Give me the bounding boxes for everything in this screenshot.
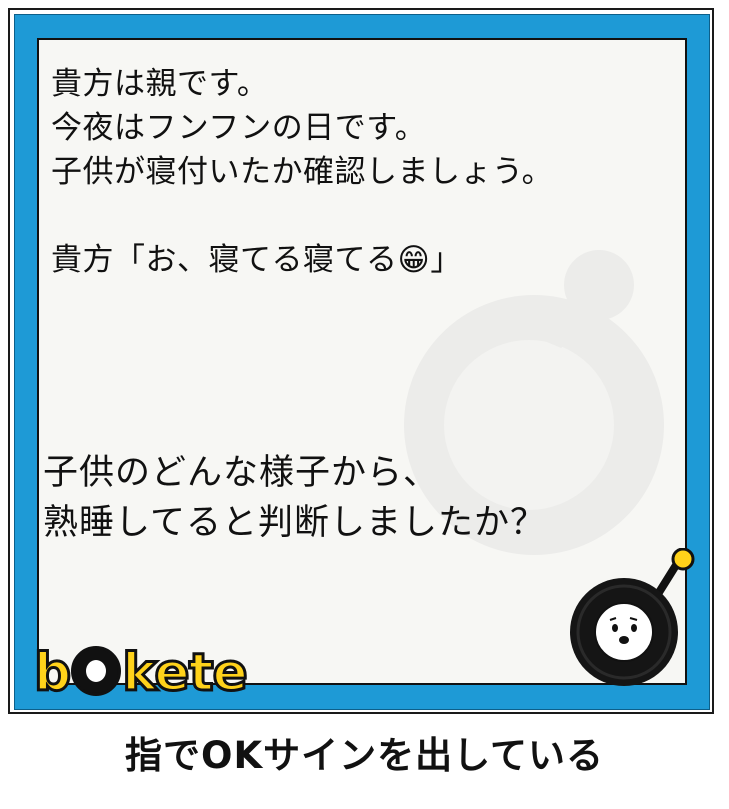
boke-bomb-mascot-icon — [570, 548, 695, 686]
odai-text: 貴方は親です。 今夜はフンフンの日です。 子供が寝付いたか確認しましょう。 貴方… — [51, 66, 554, 278]
bomb-o-icon — [71, 646, 122, 696]
odai-question: 子供のどんな様子から、 熟睡してると判断しましたか？ — [43, 453, 546, 543]
boketa-logo: b kete — [32, 640, 250, 705]
logo-text-b: b — [32, 642, 72, 705]
logo-text-rest: kete — [121, 642, 250, 705]
boke-answer: 指でOKサインを出している — [124, 734, 604, 777]
